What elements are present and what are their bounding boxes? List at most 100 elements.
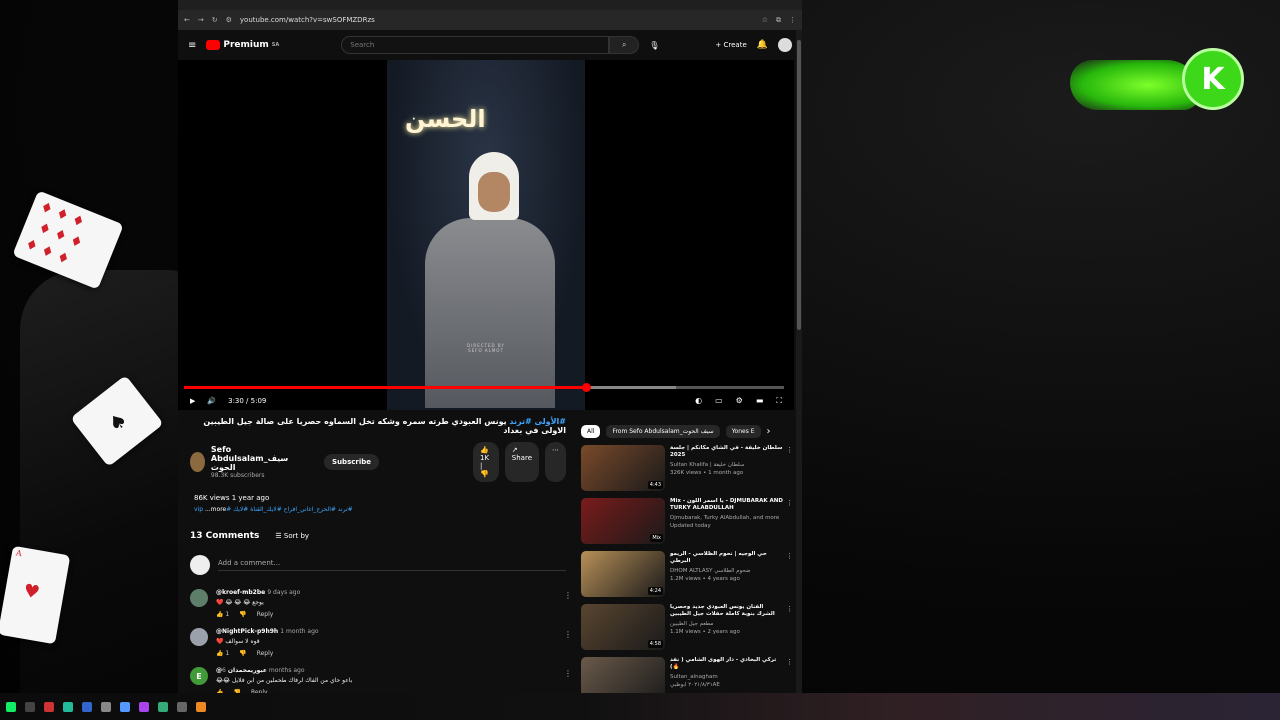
title-hashtags[interactable]: #الأولى #ترند (509, 417, 566, 426)
add-comment-input[interactable]: Add a comment... (218, 559, 566, 571)
filter-chip[interactable]: From Sefo Abdulsalam_سيف الحوت (606, 425, 720, 438)
autoplay-toggle-icon[interactable]: ◐ (695, 396, 702, 406)
video-menu-icon[interactable]: ⋮ (786, 605, 793, 613)
time-display: 3:30 / 5:09 (228, 397, 267, 405)
taskbar-app-icon[interactable] (63, 701, 73, 712)
progress-scrubber-handle[interactable] (582, 383, 591, 392)
account-avatar[interactable] (778, 38, 792, 52)
video-duration: Mix (650, 534, 663, 542)
like-dislike-button[interactable]: 👍 1K | 👎 (473, 442, 499, 482)
thumbs-down-icon[interactable]: 👎 (480, 470, 489, 478)
video-thumbnail[interactable] (581, 657, 665, 693)
video-menu-icon[interactable]: ⋮ (786, 658, 793, 666)
video-thumbnail[interactable]: 4:24 (581, 551, 665, 597)
video-thumbnail[interactable]: Mix (581, 498, 665, 544)
taskbar-app-icon[interactable] (25, 701, 35, 712)
reply-button[interactable]: Reply (257, 611, 274, 618)
filter-chip[interactable]: All (581, 425, 601, 438)
video-title[interactable]: حي الوجيه | نحوم الظلاسي - الريمو البرطي (670, 551, 783, 566)
extensions-icon[interactable]: ⧉ (776, 16, 781, 25)
comment-author[interactable]: @NightPick-p9h9h (216, 628, 278, 635)
comment-author[interactable]: @kroef-mb2be (216, 589, 265, 596)
site-info-icon[interactable]: ⚙ (226, 16, 232, 24)
video-channel[interactable]: مطعم جيل الطيبين (670, 621, 783, 627)
recommended-video[interactable]: تركي البخادي - دار الهوى الشامي ( نفد 🔥)… (581, 657, 793, 693)
taskbar-app-icon[interactable] (177, 701, 187, 712)
browser-tab-strip[interactable] (178, 0, 802, 10)
comment-like-button[interactable]: 👍 1 (216, 611, 229, 618)
video-player[interactable]: الحسن DIRECTED BY SEFO ALMOT ▶ 🔊 3:30 / … (178, 60, 794, 410)
video-channel[interactable]: Sultan Khalifa | سلطان خليفة (670, 462, 783, 468)
reply-button[interactable]: Reply (257, 650, 274, 657)
taskbar-app-icon[interactable] (44, 701, 54, 712)
video-menu-icon[interactable]: ⋮ (786, 499, 793, 507)
thumbs-down-icon[interactable]: 👎 (239, 650, 246, 657)
url-text[interactable]: youtube.com/watch?v=swSOFMZDRzs (240, 16, 754, 24)
scrollbar-thumb[interactable] (797, 40, 801, 330)
comment-time[interactable]: 1 month ago (280, 628, 318, 635)
browser-menu-icon[interactable]: ⋮ (789, 16, 796, 24)
comment-avatar[interactable] (190, 589, 208, 607)
back-icon[interactable]: ← (184, 16, 190, 24)
recommended-video[interactable]: Mix Mix - يا اسمر اللون - DJMUBARAK AND … (581, 498, 793, 544)
video-channel[interactable]: Djmubarak, Turky AlAbdullah, and more (670, 515, 783, 521)
reload-icon[interactable]: ↻ (212, 16, 218, 24)
channel-avatar[interactable] (190, 452, 205, 472)
video-channel[interactable]: DHOM ALTLASY ضحوم الطلاسي (670, 568, 783, 574)
search-input[interactable]: Search (341, 36, 610, 54)
description-box[interactable]: 86K views 1 year ago #ترند #الحرج_اغاني_… (188, 490, 568, 517)
hamburger-menu-icon[interactable]: ≡ (188, 40, 196, 51)
filter-chip[interactable]: Yones E (725, 425, 761, 438)
video-thumbnail[interactable]: 4:58 (581, 604, 665, 650)
comment-time[interactable]: 9 days ago (267, 589, 300, 596)
recommended-video[interactable]: 4:58 الفنان يونس العبودي جديد وحصريا الش… (581, 604, 793, 650)
taskbar-app-icon[interactable] (196, 701, 206, 712)
start-icon[interactable] (6, 701, 16, 712)
captions-icon[interactable]: ▭ (715, 396, 723, 406)
video-menu-icon[interactable]: ⋮ (786, 552, 793, 560)
voice-search-icon[interactable]: 🎙 (649, 41, 659, 50)
youtube-logo[interactable]: Premium SA (206, 40, 279, 50)
taskbar-app-icon[interactable] (101, 701, 111, 712)
forward-icon[interactable]: → (198, 16, 204, 24)
video-thumbnail[interactable]: 4:43 (581, 445, 665, 491)
volume-icon[interactable]: 🔊 (207, 397, 216, 405)
subscribe-button[interactable]: Subscribe (324, 454, 379, 470)
create-button[interactable]: + Create (715, 41, 746, 49)
search-button[interactable]: ⌕ (609, 36, 640, 54)
comment-avatar[interactable] (190, 628, 208, 646)
video-title[interactable]: سلطان خليفة - في الشاي مكانكم | جلسة 202… (670, 445, 783, 460)
play-icon[interactable]: ▶ (190, 397, 195, 405)
more-actions-button[interactable]: ⋯ (545, 442, 566, 482)
more-link[interactable]: ...more (205, 506, 226, 513)
bookmark-star-icon[interactable]: ☆ (762, 16, 768, 24)
taskbar-app-icon[interactable] (120, 701, 130, 712)
recommended-video[interactable]: 4:24 حي الوجيه | نحوم الظلاسي - الريمو ا… (581, 551, 793, 597)
comment-menu-icon[interactable]: ⋮ (564, 630, 572, 639)
taskbar-app-icon[interactable] (139, 701, 149, 712)
page-scrollbar[interactable] (796, 30, 802, 693)
comment-menu-icon[interactable]: ⋮ (564, 669, 572, 678)
comment-like-button[interactable]: 👍 1 (216, 650, 229, 657)
fullscreen-icon[interactable]: ⛶ (776, 396, 782, 406)
share-button[interactable]: ↗ Share (504, 442, 539, 482)
video-title[interactable]: Mix - يا اسمر اللون - DJMUBARAK AND TURK… (670, 498, 783, 513)
chevron-right-icon[interactable]: › (767, 426, 771, 437)
theater-mode-icon[interactable]: ▬ (756, 396, 764, 406)
video-channel[interactable]: Sultan_alnagham (670, 674, 783, 680)
progress-bar[interactable] (184, 383, 784, 392)
video-title[interactable]: الفنان يونس العبودي جديد وحصريا الشرك بن… (670, 604, 783, 619)
comment-avatar[interactable]: E (190, 667, 208, 685)
thumbs-down-icon[interactable]: 👎 (239, 611, 246, 618)
comment-author-line: @عبوريمحمدان 6 months ago (216, 667, 566, 674)
video-menu-icon[interactable]: ⋮ (786, 446, 793, 454)
recommended-video[interactable]: 4:43 سلطان خليفة - في الشاي مكانكم | جلس… (581, 445, 793, 491)
sort-by-button[interactable]: ☰ Sort by (275, 532, 309, 540)
taskbar-app-icon[interactable] (158, 701, 168, 712)
taskbar-app-icon[interactable] (82, 701, 92, 712)
video-title[interactable]: تركي البخادي - دار الهوى الشامي ( نفد 🔥) (670, 657, 783, 672)
settings-gear-icon[interactable]: ⚙ (736, 396, 743, 406)
comment-menu-icon[interactable]: ⋮ (564, 591, 572, 600)
channel-name[interactable]: Sefo Abdulsalam_سيف الحوت (211, 445, 306, 472)
notifications-bell-icon[interactable]: 🔔 (757, 40, 768, 50)
